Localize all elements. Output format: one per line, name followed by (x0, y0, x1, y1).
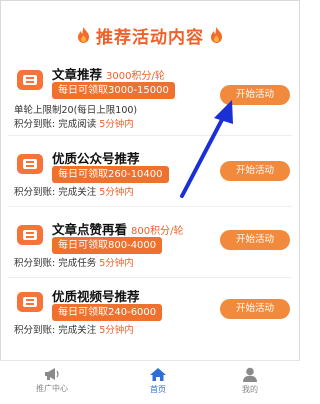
start-activity-button[interactable]: 开始活动 (220, 230, 290, 250)
flame-icon (78, 27, 89, 43)
bottom-tab-bar: 推广中心 首页 我的 (0, 360, 300, 404)
activity-card-icon (17, 70, 43, 90)
daily-range-badge: 每日可领取240-6000 (52, 304, 163, 321)
activity-title: 优质公众号推荐 (52, 151, 140, 166)
activity-points: 3000积分/轮 (106, 71, 165, 82)
activity-card-icon (17, 154, 43, 174)
activity-payout-text: 积分到账: 完成关注 5分钟内 (14, 187, 134, 198)
tab-label: 首页 (150, 385, 166, 394)
activity-payout-text: 积分到账: 完成任务 5分钟内 (14, 258, 134, 269)
daily-range-badge: 每日可领取3000-15000 (52, 82, 175, 99)
flame-icon (211, 27, 222, 43)
start-activity-button[interactable]: 开始活动 (220, 161, 290, 181)
page-title: 推荐活动内容 (96, 27, 204, 48)
user-icon (243, 367, 257, 382)
start-activity-button[interactable]: 开始活动 (220, 299, 290, 319)
activity-card-video-account: 优质视频号推荐 每日可领取240-6000 积分到账: 完成关注 5分钟内 开始… (8, 286, 292, 346)
activity-card-icon (17, 225, 43, 245)
activity-limit-text: 单轮上限制20(每日上限100) (14, 105, 138, 116)
activity-points: 800积分/轮 (131, 226, 184, 237)
tab-promotion-center[interactable]: 推广中心 (12, 367, 92, 394)
activity-card-icon (17, 292, 43, 312)
activity-card-official-account: 优质公众号推荐 每日可领取260-10400 积分到账: 完成关注 5分钟内 开… (8, 148, 292, 208)
tab-profile[interactable]: 我的 (210, 367, 290, 395)
activity-payout-text: 积分到账: 完成阅读 5分钟内 (14, 119, 134, 130)
activity-title: 优质视频号推荐 (52, 289, 140, 304)
tab-label: 我的 (242, 385, 258, 394)
section-header: 推荐活动内容 (0, 20, 300, 50)
megaphone-icon (45, 368, 59, 380)
activity-title: 文章推荐 3000积分/轮 (52, 67, 165, 82)
activity-title: 文章点赞再看 800积分/轮 (52, 222, 184, 237)
activity-card-like-read: 文章点赞再看 800积分/轮 每日可领取800-4000 积分到账: 完成任务 5… (8, 219, 292, 279)
tab-home[interactable]: 首页 (118, 367, 198, 395)
activity-card-article: 文章推荐 3000积分/轮 每日可领取3000-15000 单轮上限制20(每日上… (8, 64, 292, 134)
start-activity-button[interactable]: 开始活动 (220, 85, 290, 105)
divider (8, 277, 292, 278)
tab-label: 推广中心 (36, 384, 68, 393)
daily-range-badge: 每日可领取800-4000 (52, 237, 163, 254)
divider (8, 206, 292, 207)
home-icon (150, 368, 166, 381)
daily-range-badge: 每日可领取260-10400 (52, 166, 169, 183)
divider (8, 135, 292, 136)
activity-payout-text: 积分到账: 完成关注 5分钟内 (14, 325, 134, 336)
